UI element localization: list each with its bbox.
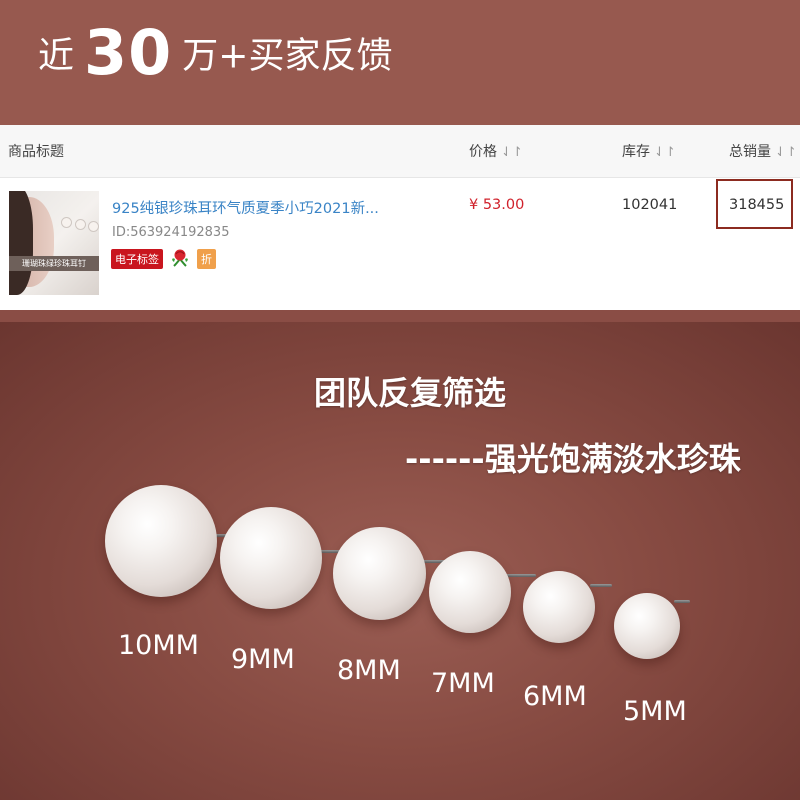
- sales-value: 318455: [729, 197, 785, 213]
- header-price[interactable]: 价格 ⇃↾: [469, 141, 523, 161]
- sort-icon[interactable]: ⇃↾: [654, 145, 676, 160]
- rose-icon: [172, 249, 188, 267]
- size-label-5mm: 5MM: [623, 696, 687, 727]
- header-price-label: 价格: [469, 144, 497, 160]
- product-thumbnail[interactable]: 珊瑚珠绿珍珠耳钉: [9, 191, 99, 295]
- pearl-6mm: [523, 571, 595, 643]
- product-id: ID:563924192835: [112, 225, 230, 240]
- banner-suffix: 万+买家反馈: [182, 35, 393, 77]
- headline-pearl-quality: ------强光饱满淡水珍珠: [405, 440, 741, 478]
- pearl-8mm: [333, 527, 426, 620]
- banner-prefix: 近: [38, 35, 75, 77]
- earring-pin: [590, 584, 612, 587]
- size-label-10mm: 10MM: [118, 630, 199, 661]
- pearl-9mm: [220, 507, 322, 609]
- headline-team-selection: 团队反复筛选: [314, 374, 507, 412]
- pearl-5mm: [614, 593, 680, 659]
- header-stock[interactable]: 库存 ⇃↾: [622, 141, 676, 161]
- price-value: ¥ 53.00: [469, 197, 525, 213]
- stock-value: 102041: [622, 197, 678, 213]
- table-row[interactable]: 珊瑚珠绿珍珠耳钉 925纯银珍珠耳环气质夏季小巧2021新... ID:5639…: [0, 177, 800, 310]
- banner-headline: 近 30 万+买家反馈: [38, 16, 392, 89]
- pearl-7mm: [429, 551, 511, 633]
- thumbnail-caption: 珊瑚珠绿珍珠耳钉: [9, 256, 99, 271]
- size-label-9mm: 9MM: [231, 644, 295, 675]
- pearl-10mm: [105, 485, 217, 597]
- pearl-stud: [75, 219, 86, 230]
- header-title: 商品标题: [8, 144, 64, 160]
- discount-badge: 折: [197, 249, 216, 269]
- top-banner: 近 30 万+买家反馈: [0, 0, 800, 125]
- pearl-stud: [61, 217, 72, 228]
- size-label-8mm: 8MM: [337, 655, 401, 686]
- product-photo: 团队反复筛选 ------强光饱满淡水珍珠 10MM 9MM 8MM 7MM 6…: [0, 322, 800, 800]
- earring-pin: [506, 574, 536, 577]
- product-title-link[interactable]: 925纯银珍珠耳环气质夏季小巧2021新...: [112, 197, 379, 218]
- electronic-tag-badge: 电子标签: [111, 249, 163, 269]
- pearl-stud: [88, 221, 99, 232]
- product-table: 商品标题 价格 ⇃↾ 库存 ⇃↾ 总销量 ⇃↾ 珊瑚珠绿珍珠耳钉 925纯银珍珠耳环气…: [0, 125, 800, 310]
- size-label-6mm: 6MM: [523, 681, 587, 712]
- table-header: 商品标题 价格 ⇃↾ 库存 ⇃↾ 总销量 ⇃↾: [0, 125, 800, 178]
- sort-icon[interactable]: ⇃↾: [501, 145, 523, 160]
- earring-pin: [674, 600, 690, 603]
- size-label-7mm: 7MM: [431, 668, 495, 699]
- header-sales[interactable]: 总销量 ⇃↾: [729, 141, 797, 161]
- header-sales-label: 总销量: [729, 144, 771, 160]
- banner-number: 30: [84, 16, 173, 89]
- sort-icon[interactable]: ⇃↾: [775, 145, 797, 160]
- header-stock-label: 库存: [622, 144, 650, 160]
